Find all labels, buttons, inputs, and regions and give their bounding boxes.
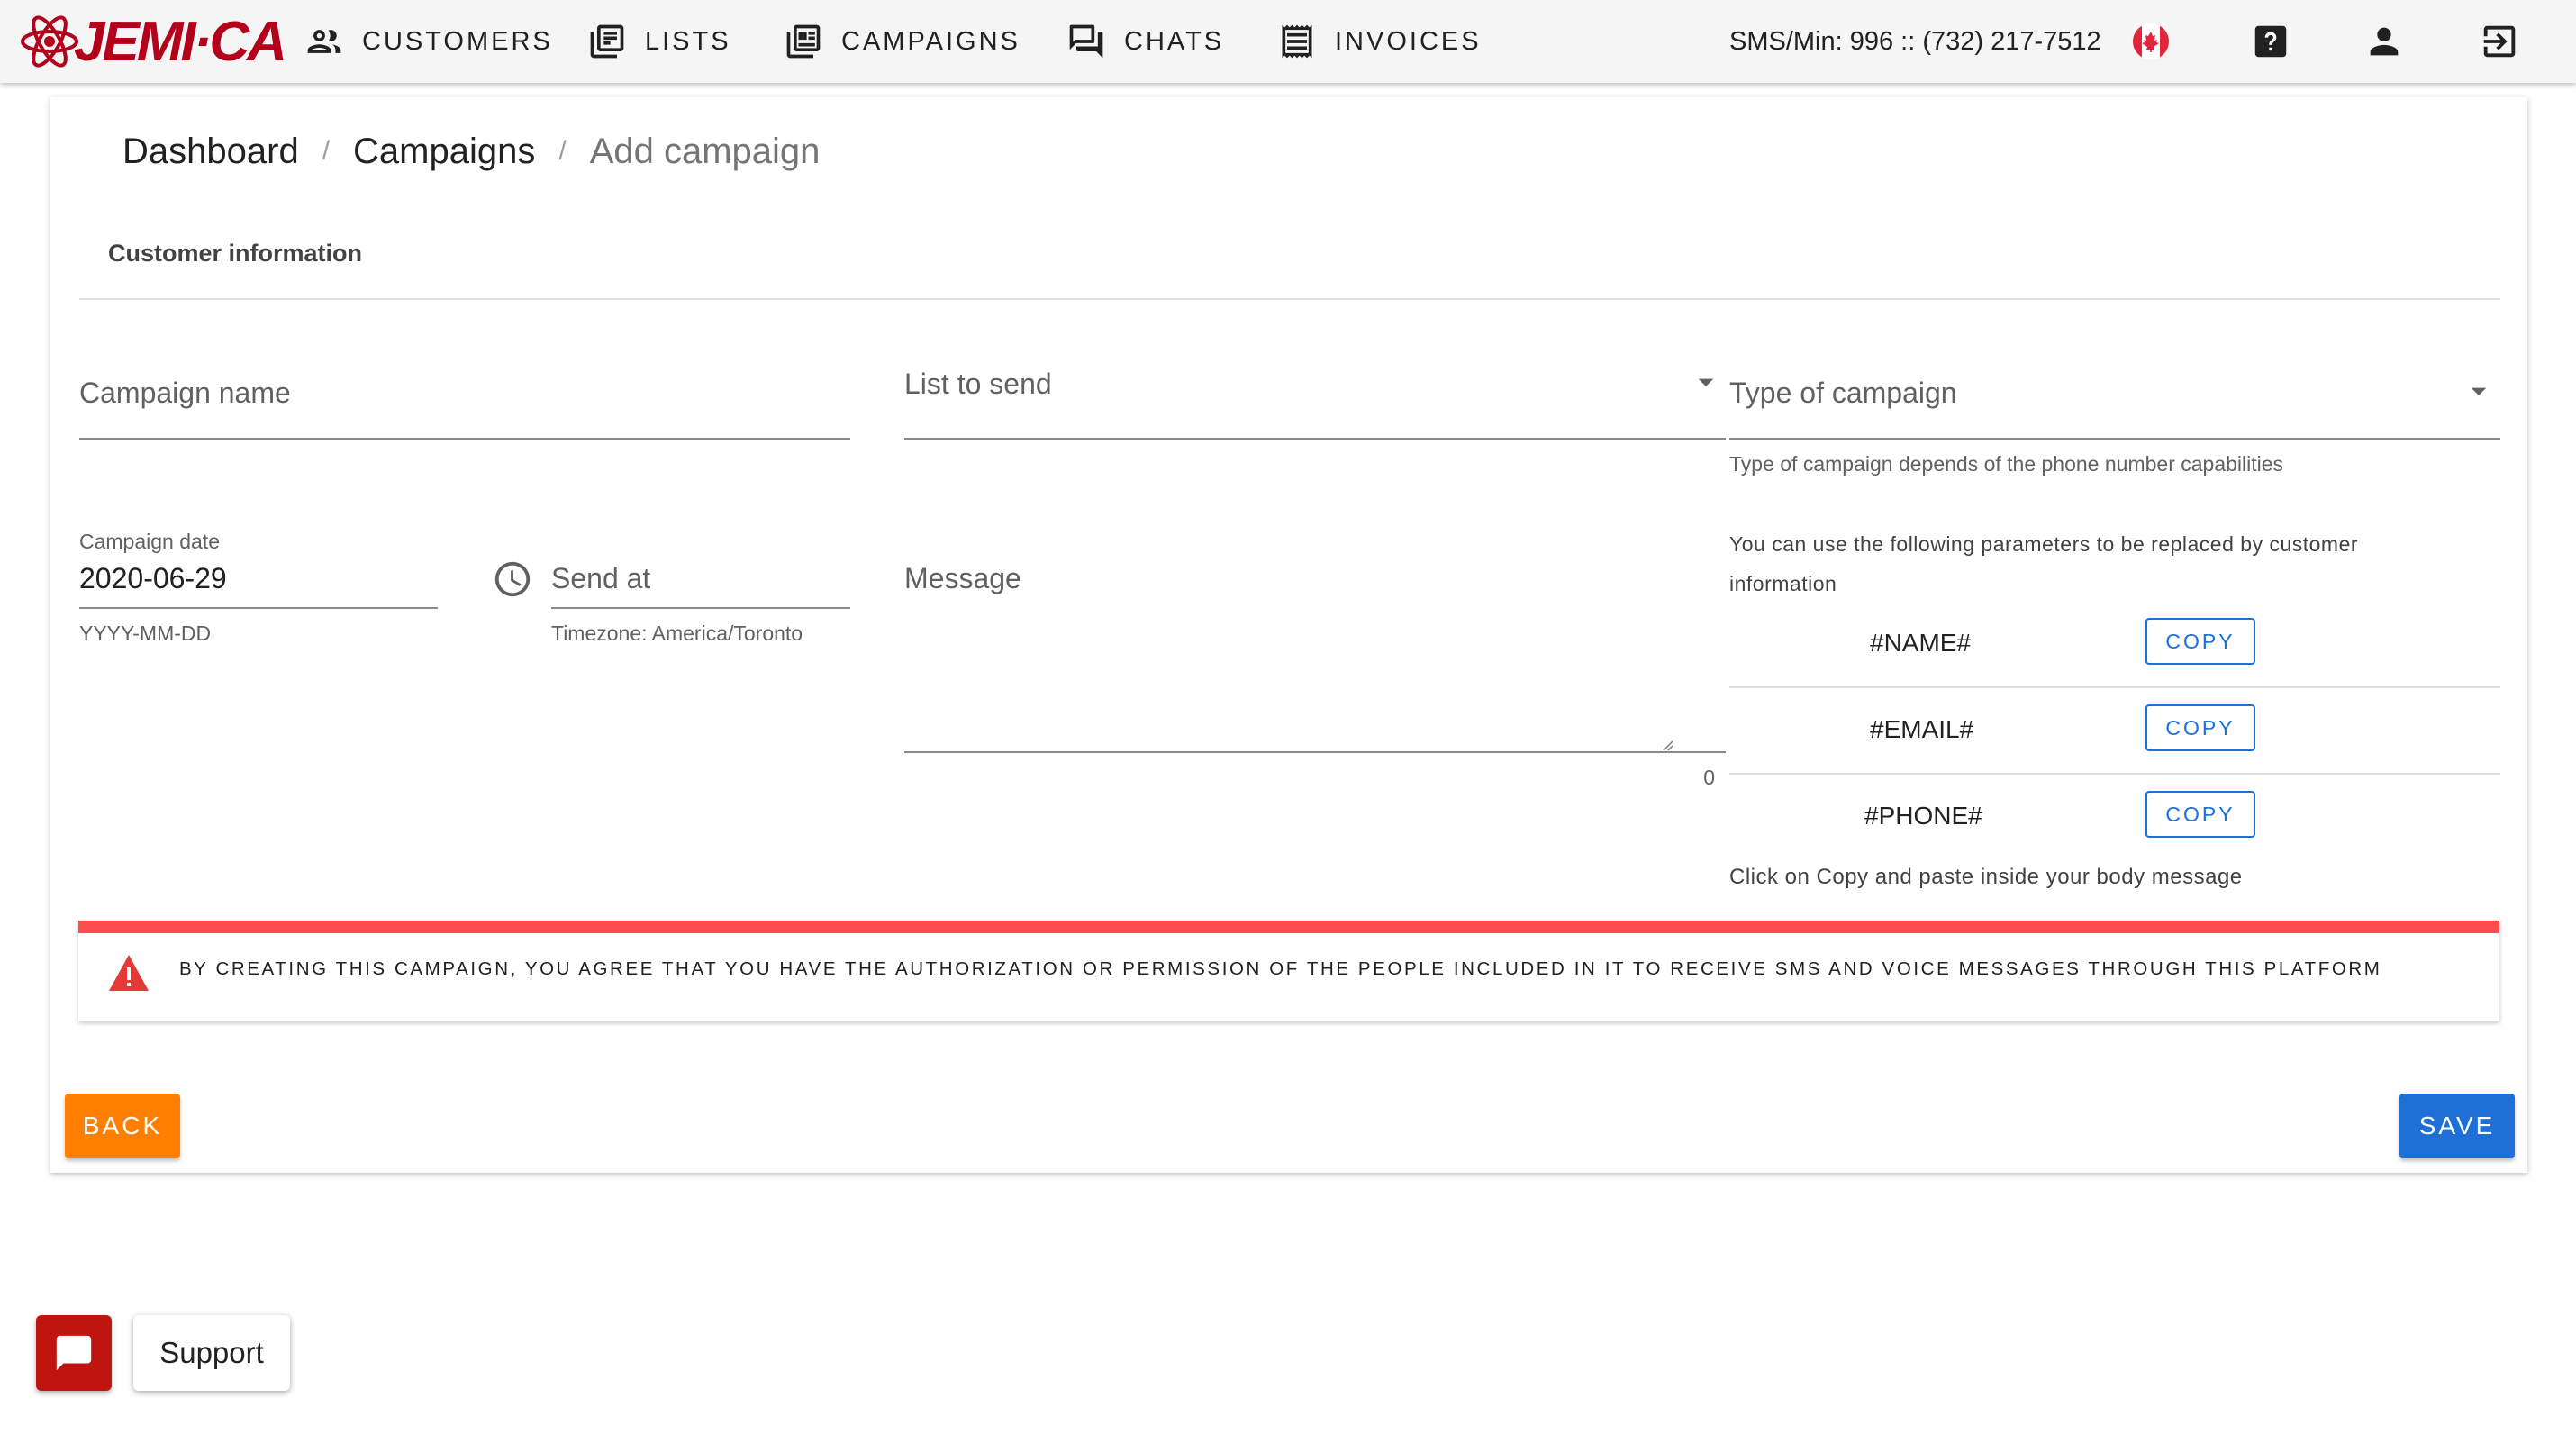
chat-bubble-icon: [56, 1335, 92, 1371]
parameters-footer: Click on Copy and paste inside your body…: [1729, 865, 2243, 889]
sms-info-text: SMS/Min: 996 :: (732) 217-7512: [1729, 26, 2101, 56]
message-textarea[interactable]: Message: [904, 562, 1726, 751]
campaign-date-hint: YYYY-MM-DD: [79, 622, 212, 645]
nav-lists-label: LISTS: [645, 26, 731, 56]
alert-text: BY CREATING THIS CAMPAIGN, YOU AGREE THA…: [179, 958, 2382, 979]
breadcrumb-separator: /: [558, 136, 567, 166]
breadcrumb-campaigns[interactable]: Campaigns: [353, 132, 535, 172]
campaign-date-input[interactable]: 2020-06-29: [79, 562, 227, 595]
type-of-campaign-hint: Type of campaign depends of the phone nu…: [1729, 452, 2284, 476]
campaign-date-underline: [79, 607, 438, 609]
nav-customers-label: CUSTOMERS: [362, 26, 553, 56]
list-icon: [590, 24, 624, 59]
nav-campaigns[interactable]: CAMPAIGNS: [784, 0, 1020, 83]
account-icon[interactable]: [2363, 21, 2405, 62]
people-icon: [307, 30, 341, 53]
nav-lists[interactable]: LISTS: [587, 0, 731, 83]
send-at-hint: Timezone: America/Toronto: [551, 622, 803, 645]
campaign-name-placeholder: Campaign name: [79, 377, 291, 409]
canada-flag-icon[interactable]: [2129, 20, 2172, 63]
help-icon[interactable]: [2250, 21, 2291, 62]
breadcrumb: Dashboard / Campaigns / Add campaign: [122, 115, 820, 187]
dropdown-arrow-icon: [2471, 387, 2487, 395]
copy-email-button[interactable]: COPY: [2145, 704, 2255, 751]
type-of-campaign-select[interactable]: Type of campaign: [1729, 377, 2500, 440]
nav-chats[interactable]: CHATS: [1066, 0, 1224, 83]
param-divider: [1729, 773, 2500, 775]
list-to-send-underline: [904, 438, 1726, 440]
campaign-date-label: Campaign date: [79, 530, 220, 553]
clock-icon[interactable]: [492, 558, 533, 600]
message-char-counter: 0: [1703, 766, 1715, 789]
sms-info: SMS/Min: 996 :: (732) 217-7512: [1729, 0, 2101, 83]
nav-campaigns-label: CAMPAIGNS: [841, 26, 1020, 56]
nav-invoices-label: INVOICES: [1335, 26, 1482, 56]
chat-icon: [1069, 24, 1103, 59]
list-to-send-placeholder: List to send: [904, 368, 1052, 400]
message-placeholder: Message: [904, 562, 1021, 594]
campaign-name-underline: [79, 438, 850, 440]
consent-alert: BY CREATING THIS CAMPAIGN, YOU AGREE THA…: [78, 921, 2499, 1021]
param-divider: [1729, 686, 2500, 688]
logout-icon[interactable]: [2479, 21, 2520, 62]
add-campaign-card: Dashboard / Campaigns / Add campaign Cus…: [50, 97, 2527, 1173]
nav-chats-label: CHATS: [1124, 26, 1225, 56]
breadcrumb-separator: /: [322, 136, 331, 166]
receipt-icon: [1282, 24, 1312, 59]
send-at-input[interactable]: Send at: [551, 562, 650, 595]
top-app-bar: JEMI·CA CUSTOMERS LISTS CAMPAIGNS CHATS …: [0, 0, 2576, 83]
param-email: #EMAIL#: [1870, 715, 1974, 743]
dropdown-arrow-icon: [1698, 378, 1714, 386]
section-title: Customer information: [108, 240, 363, 267]
copy-phone-button[interactable]: COPY: [2145, 791, 2255, 838]
support-label[interactable]: Support: [133, 1315, 290, 1391]
nav-invoices[interactable]: INVOICES: [1277, 0, 1482, 83]
copy-name-button[interactable]: COPY: [2145, 618, 2255, 665]
param-name: #NAME#: [1870, 629, 1972, 657]
warning-icon: [109, 955, 149, 991]
type-of-campaign-underline: [1729, 438, 2500, 440]
list-to-send-select[interactable]: List to send: [904, 368, 1714, 440]
section-divider: [79, 298, 2500, 300]
logo-text: JEMI·CA: [74, 10, 287, 73]
logo-atom-icon: [21, 15, 78, 68]
nav-customers[interactable]: CUSTOMERS: [304, 0, 553, 83]
save-button[interactable]: SAVE: [2399, 1094, 2515, 1158]
send-at-underline: [551, 607, 850, 609]
type-of-campaign-placeholder: Type of campaign: [1729, 377, 1957, 409]
resize-handle-icon[interactable]: [1659, 737, 1673, 751]
campaign-icon: [786, 24, 821, 59]
param-phone: #PHONE#: [1864, 802, 1982, 830]
parameters-intro: You can use the following parameters to …: [1729, 532, 2359, 595]
breadcrumb-current: Add campaign: [589, 131, 821, 171]
message-underline: [904, 751, 1726, 753]
back-button[interactable]: BACK: [65, 1094, 180, 1158]
breadcrumb-dashboard[interactable]: Dashboard: [122, 132, 299, 172]
support-chat-button[interactable]: [36, 1315, 112, 1391]
brand-logo[interactable]: JEMI·CA: [18, 9, 287, 74]
